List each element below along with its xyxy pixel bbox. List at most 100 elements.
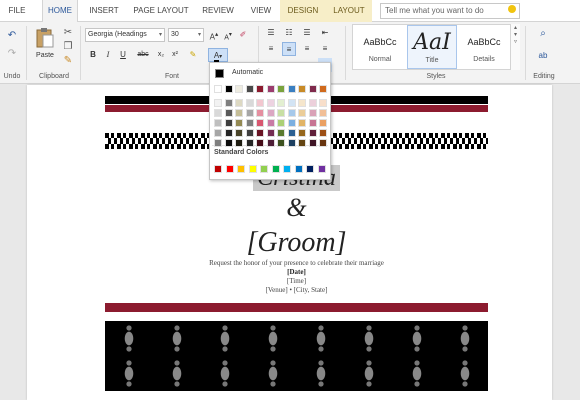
italic-button[interactable]: I (101, 48, 115, 62)
theme-color-swatch[interactable] (277, 129, 285, 137)
theme-color-swatch[interactable] (319, 129, 327, 137)
bold-button[interactable]: B (86, 48, 100, 62)
format-painter-icon[interactable]: ✎ (62, 54, 74, 66)
find-icon[interactable]: ⌕ (535, 26, 551, 40)
align-right-icon[interactable]: ≡ (300, 42, 314, 56)
theme-color-swatch[interactable] (245, 139, 254, 147)
font-color-button[interactable]: A▾ (208, 48, 228, 62)
shrink-font-button[interactable]: A▾ (221, 28, 235, 42)
strikethrough-button[interactable]: abc (134, 48, 152, 62)
tab-file[interactable]: FILE (0, 0, 34, 22)
theme-color-swatch[interactable] (308, 129, 317, 137)
theme-color-swatch[interactable] (319, 119, 327, 127)
standard-color-swatch[interactable] (225, 165, 234, 173)
theme-color-swatch[interactable] (308, 99, 317, 107)
theme-color-swatch[interactable] (224, 99, 233, 107)
theme-color-swatch[interactable] (266, 119, 275, 127)
multilevel-list-icon[interactable]: ☰ (300, 26, 314, 40)
replace-icon[interactable]: ab (535, 48, 551, 62)
theme-color-swatch[interactable] (308, 85, 317, 93)
standard-color-swatch[interactable] (237, 165, 245, 173)
theme-color-swatch[interactable] (214, 129, 222, 137)
theme-color-swatch[interactable] (214, 119, 222, 127)
theme-color-swatch[interactable] (308, 109, 317, 117)
standard-color-swatch[interactable] (294, 165, 303, 173)
more-icon[interactable]: ▿ (511, 38, 520, 45)
theme-color-swatch[interactable] (277, 119, 285, 127)
ampersand[interactable]: & (105, 193, 488, 223)
standard-color-swatch[interactable] (317, 165, 326, 173)
theme-color-swatch[interactable] (245, 99, 254, 107)
theme-color-swatch[interactable] (319, 85, 327, 93)
theme-color-swatch[interactable] (287, 119, 296, 127)
chevron-down-icon[interactable]: ▾ (511, 31, 520, 38)
venue-placeholder[interactable]: [Venue] • [City, State] (105, 286, 488, 294)
standard-color-swatch[interactable] (306, 165, 314, 173)
theme-color-swatch[interactable] (266, 129, 275, 137)
theme-color-swatch[interactable] (214, 85, 222, 93)
align-center-icon[interactable]: ≡ (282, 42, 296, 56)
theme-color-swatch[interactable] (235, 109, 243, 117)
numbering-icon[interactable]: ☷ (282, 26, 296, 40)
theme-color-swatch[interactable] (277, 139, 285, 147)
font-name-combo[interactable]: Georgia (Headings ▾ (85, 28, 165, 42)
highlight-icon[interactable]: ✎ (186, 48, 200, 62)
groom-name[interactable]: [Groom] (105, 227, 488, 259)
theme-color-swatch[interactable] (266, 99, 275, 107)
theme-color-swatch[interactable] (298, 85, 306, 93)
tab-design[interactable]: DESIGN (280, 0, 326, 22)
theme-color-swatch[interactable] (214, 109, 222, 117)
theme-color-swatch[interactable] (245, 129, 254, 137)
style-title[interactable]: AaI Title (407, 25, 457, 69)
theme-color-swatch[interactable] (287, 139, 296, 147)
theme-color-swatch[interactable] (298, 99, 306, 107)
tell-me-input[interactable]: Tell me what you want to do (380, 3, 520, 19)
theme-color-swatch[interactable] (277, 109, 285, 117)
style-normal[interactable]: AaBbCc Normal (355, 25, 405, 69)
grow-font-button[interactable]: A▴ (207, 28, 221, 42)
theme-color-swatch[interactable] (319, 109, 327, 117)
theme-color-swatch[interactable] (235, 99, 243, 107)
style-details[interactable]: AaBbCc Details (459, 25, 509, 69)
theme-color-swatch[interactable] (214, 139, 222, 147)
theme-color-swatch[interactable] (308, 119, 317, 127)
theme-color-swatch[interactable] (224, 109, 233, 117)
decrease-indent-icon[interactable]: ⇤ (318, 26, 332, 40)
copy-icon[interactable]: ❐ (62, 40, 74, 52)
time-placeholder[interactable]: [Time] (105, 277, 488, 285)
automatic-color-option[interactable]: Automatic (210, 65, 330, 83)
justify-icon[interactable]: ≡ (318, 42, 332, 56)
theme-color-swatch[interactable] (298, 139, 306, 147)
theme-color-swatch[interactable] (277, 85, 285, 93)
standard-color-swatch[interactable] (214, 165, 222, 173)
theme-color-swatch[interactable] (266, 139, 275, 147)
styles-scroll[interactable]: ▴ ▾ ▿ (510, 24, 520, 70)
theme-color-swatch[interactable] (256, 119, 264, 127)
theme-color-swatch[interactable] (214, 99, 222, 107)
theme-color-swatch[interactable] (235, 85, 243, 93)
theme-color-swatch[interactable] (235, 119, 243, 127)
theme-color-swatch[interactable] (287, 85, 296, 93)
theme-color-swatch[interactable] (266, 109, 275, 117)
tab-layout[interactable]: LAYOUT (326, 0, 372, 22)
tab-view[interactable]: VIEW (244, 0, 278, 22)
standard-color-swatch[interactable] (260, 165, 268, 173)
clear-formatting-icon[interactable]: ✐ (236, 28, 250, 42)
theme-color-swatch[interactable] (287, 99, 296, 107)
theme-color-swatch[interactable] (298, 119, 306, 127)
theme-color-swatch[interactable] (277, 99, 285, 107)
theme-color-swatch[interactable] (319, 99, 327, 107)
theme-color-swatch[interactable] (256, 139, 264, 147)
theme-color-swatch[interactable] (308, 139, 317, 147)
theme-color-swatch[interactable] (224, 119, 233, 127)
theme-color-swatch[interactable] (224, 139, 233, 147)
underline-button[interactable]: U (116, 48, 130, 62)
theme-color-swatch[interactable] (287, 129, 296, 137)
theme-color-swatch[interactable] (235, 129, 243, 137)
tab-home[interactable]: HOME (42, 0, 78, 23)
theme-color-swatch[interactable] (256, 85, 264, 93)
font-size-combo[interactable]: 30 ▾ (168, 28, 204, 42)
tab-insert[interactable]: INSERT (82, 0, 126, 22)
chevron-up-icon[interactable]: ▴ (511, 24, 520, 31)
paste-button[interactable] (34, 26, 56, 50)
